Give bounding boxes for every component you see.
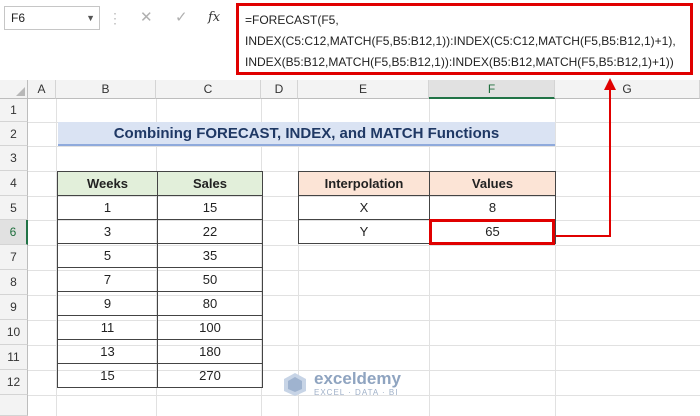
weeks-cell[interactable]: 13	[57, 339, 158, 364]
sales-cell[interactable]: 22	[157, 219, 263, 244]
row-header-8[interactable]: 8	[0, 270, 28, 295]
name-box-value: F6	[11, 11, 26, 25]
column-header-g[interactable]: G	[555, 80, 700, 99]
x-label-cell[interactable]: X	[298, 195, 430, 220]
weeks-cell[interactable]: 11	[57, 315, 158, 340]
row-header-2[interactable]: 2	[0, 122, 28, 146]
weeks-cell[interactable]: 3	[57, 219, 158, 244]
sales-cell[interactable]: 100	[157, 315, 263, 340]
name-box[interactable]: F6 ▼	[4, 6, 100, 30]
sales-cell[interactable]: 50	[157, 267, 263, 292]
table-row: 11 100	[57, 315, 263, 340]
row-header-13[interactable]	[0, 395, 28, 416]
weeks-cell[interactable]: 7	[57, 267, 158, 292]
row-header-10[interactable]: 10	[0, 320, 28, 345]
interpolation-header[interactable]: Interpolation	[298, 171, 430, 196]
enter-check-icon[interactable]: ✓	[175, 8, 188, 26]
table-row: 9 80	[57, 291, 263, 316]
formula-bar-area: F6 ▼ ⋮ ✕ ✓ fx =FORECAST(F5, INDEX(C5:C12,…	[0, 0, 700, 78]
sales-table: Weeks Sales 1 15 3 22 5 35 7 50 9 80 11 100 13…	[57, 171, 263, 388]
row-header-1[interactable]: 1	[0, 99, 28, 122]
column-header-c[interactable]: C	[156, 80, 261, 99]
sales-cell[interactable]: 15	[157, 195, 263, 220]
watermark: exceldemy EXCEL · DATA · BI	[282, 370, 401, 398]
insert-function-icon[interactable]: fx	[208, 10, 220, 25]
table-row: 3 22	[57, 219, 263, 244]
row-header-6[interactable]: 6	[0, 220, 28, 245]
sales-cell[interactable]: 270	[157, 363, 263, 388]
select-all-button[interactable]	[0, 80, 28, 99]
row-header-4[interactable]: 4	[0, 171, 28, 196]
table-row: 5 35	[57, 243, 263, 268]
weeks-cell[interactable]: 1	[57, 195, 158, 220]
weeks-cell[interactable]: 9	[57, 291, 158, 316]
row-header-7[interactable]: 7	[0, 245, 28, 270]
table-row: 15 270	[57, 363, 263, 388]
table-row: 13 180	[57, 339, 263, 364]
sales-cell[interactable]: 80	[157, 291, 263, 316]
table-row: 1 15	[57, 195, 263, 220]
column-header-b[interactable]: B	[56, 80, 156, 99]
cancel-icon[interactable]: ✕	[140, 8, 153, 26]
sheet-title[interactable]: Combining FORECAST, INDEX, and MATCH Fun…	[58, 122, 555, 146]
row-header-9[interactable]: 9	[0, 295, 28, 320]
weeks-cell[interactable]: 5	[57, 243, 158, 268]
watermark-tagline: EXCEL · DATA · BI	[314, 388, 399, 397]
weeks-header[interactable]: Weeks	[57, 171, 158, 196]
table-row: X8	[298, 195, 556, 220]
drag-handle-icon[interactable]: ⋮	[108, 10, 122, 27]
row-header-11[interactable]: 11	[0, 345, 28, 370]
sales-cell[interactable]: 180	[157, 339, 263, 364]
weeks-cell[interactable]: 15	[57, 363, 158, 388]
column-header-e[interactable]: E	[298, 80, 429, 99]
column-header-a[interactable]: A	[28, 80, 56, 99]
formula-input[interactable]: =FORECAST(F5, INDEX(C5:C12,MATCH(F5,B5:B1…	[236, 3, 693, 75]
sales-cell[interactable]: 35	[157, 243, 263, 268]
column-header-f[interactable]: F	[429, 80, 555, 99]
selected-cell-highlight	[429, 219, 555, 245]
x-value-cell[interactable]: 8	[429, 195, 556, 220]
table-row: 7 50	[57, 267, 263, 292]
exceldemy-logo-icon	[284, 373, 306, 396]
chevron-down-icon[interactable]: ▼	[86, 7, 95, 29]
sales-header[interactable]: Sales	[157, 171, 263, 196]
column-header-d[interactable]: D	[261, 80, 298, 99]
row-header-12[interactable]: 12	[0, 370, 28, 395]
watermark-name: exceldemy	[314, 369, 401, 388]
values-header[interactable]: Values	[429, 171, 556, 196]
y-label-cell[interactable]: Y	[298, 219, 430, 244]
row-header-3[interactable]: 3	[0, 146, 28, 171]
formula-line: =FORECAST(F5,	[245, 13, 339, 27]
row-header-5[interactable]: 5	[0, 196, 28, 220]
formula-line: INDEX(B5:B12,MATCH(F5,B5:B12,1)):INDEX(B…	[245, 55, 674, 69]
formula-line: INDEX(C5:C12,MATCH(F5,B5:B12,1)):INDEX(C…	[245, 34, 676, 48]
